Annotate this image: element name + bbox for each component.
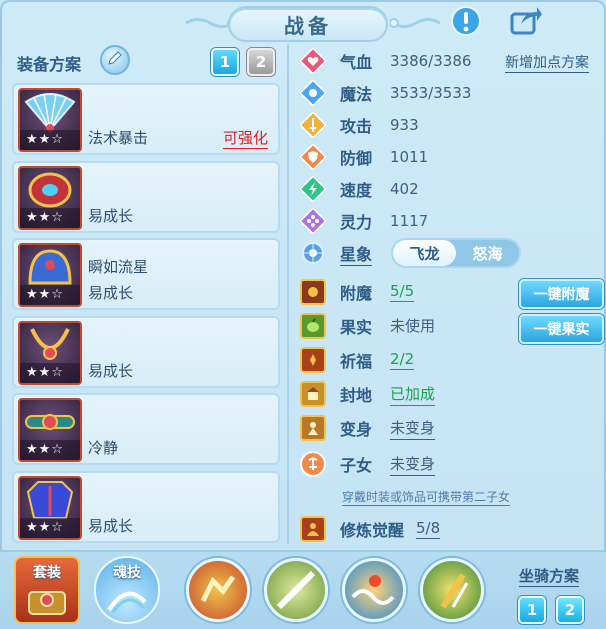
enchant-icon: [300, 279, 326, 305]
one-key-fruit-button[interactable]: 一键果实: [519, 314, 604, 344]
equipment-slot-4[interactable]: ★★☆ 易成长: [12, 316, 280, 388]
mana-icon: [300, 80, 326, 106]
upgradable-link[interactable]: 可强化: [222, 127, 268, 149]
enhancement-bless[interactable]: 祈福 2/2: [300, 346, 415, 374]
cultivation-awaken[interactable]: 修炼觉醒 5/8: [300, 515, 441, 543]
enhancement-transform[interactable]: 变身 未变身: [300, 414, 436, 442]
gem-icon: ★★☆: [18, 166, 82, 230]
skill-slot-2[interactable]: [264, 558, 328, 622]
fief-icon: [300, 381, 326, 407]
soul-skill-icon: [103, 582, 151, 620]
helmet-icon: ★★☆: [18, 243, 82, 307]
exclamation-icon[interactable]: [448, 4, 484, 38]
pencil-icon: [107, 50, 123, 70]
speed-icon: [300, 176, 326, 202]
fruit-icon: [300, 313, 326, 339]
second-child-hint[interactable]: 穿戴时装或饰品可携带第二子女: [342, 488, 511, 506]
belt-icon: ★★☆: [18, 398, 82, 462]
stat-hp: 气血 3386/3386: [300, 47, 471, 75]
skill-slot-3[interactable]: [342, 558, 406, 622]
stat-defense: 防御 1011: [300, 143, 428, 171]
cultivation-icon: [300, 516, 326, 542]
mount-plan-label: 坐骑方案: [519, 567, 580, 587]
star-phase-icon: [300, 240, 326, 266]
equipment-slot-6[interactable]: ★★☆ 易成长: [12, 471, 280, 543]
plan-1-button[interactable]: 1: [211, 48, 239, 76]
equipment-name: 瞬如流星: [88, 258, 149, 276]
equipment-attribute: 冷静: [88, 439, 119, 457]
stat-speed: 速度 402: [300, 175, 419, 203]
enhancement-fief[interactable]: 封地 已加成: [300, 380, 436, 408]
spirit-icon: [300, 208, 326, 234]
mount-plan-2-button[interactable]: 2: [556, 596, 584, 624]
equipment-stars: ★★☆: [20, 518, 80, 538]
child-icon: [300, 451, 326, 477]
equipment-slot-3[interactable]: ★★☆ 瞬如流星 易成长: [12, 238, 280, 310]
necklace-icon: ★★☆: [18, 321, 82, 385]
equipment-slot-2[interactable]: ★★☆ 易成长: [12, 161, 280, 233]
mount-plan-1-button[interactable]: 1: [518, 596, 546, 624]
equipment-attribute: 易成长: [88, 284, 134, 302]
equipment-stars: ★★☆: [20, 363, 80, 383]
suit-tab[interactable]: 套装: [14, 556, 80, 624]
panel-divider: [287, 44, 289, 544]
stat-star-phase: 星象: [300, 239, 373, 267]
equipment-attribute: 易成长: [88, 517, 134, 535]
equipment-stars: ★★☆: [20, 208, 80, 228]
fan-icon: ★★☆: [18, 88, 82, 152]
heart-icon: [300, 48, 326, 74]
equipment-attribute: 易成长: [88, 362, 134, 380]
plan-2-button[interactable]: 2: [247, 48, 275, 76]
equipment-plan-label: 装备方案: [17, 55, 82, 74]
enhancement-child[interactable]: 子女 未变身: [300, 450, 436, 478]
skill-slot-1[interactable]: [186, 558, 250, 622]
equipment-slot-5[interactable]: ★★☆ 冷静: [12, 393, 280, 465]
enhancement-enchant[interactable]: 附魔 5/5: [300, 278, 415, 306]
page-title: 战备: [228, 6, 388, 42]
one-key-enchant-button[interactable]: 一键附魔: [519, 279, 604, 309]
title-ornament-right: [390, 18, 441, 28]
transform-icon: [300, 415, 326, 441]
equipment-attribute: 法术暴击: [88, 129, 149, 147]
equipment-attribute: 易成长: [88, 207, 134, 225]
armor-icon: ★★☆: [18, 476, 82, 540]
bless-icon: [300, 347, 326, 373]
stat-spirit: 灵力 1117: [300, 207, 428, 235]
star-phase-nuhai[interactable]: 怒海: [456, 240, 519, 266]
shield-icon: [300, 144, 326, 170]
equipment-stars: ★★☆: [20, 285, 80, 305]
share-icon[interactable]: [508, 4, 544, 38]
equipment-stars: ★★☆: [20, 440, 80, 460]
edit-plan-button[interactable]: [100, 45, 130, 75]
skill-slot-4[interactable]: [420, 558, 484, 622]
stat-attack: 攻击 933: [300, 111, 419, 139]
suit-chest-icon: [23, 582, 71, 620]
star-phase-feilong[interactable]: 飞龙: [393, 240, 456, 266]
soul-skill-tab[interactable]: 魂技: [94, 556, 160, 624]
star-phase-toggle: 飞龙 怒海: [391, 238, 521, 268]
add-points-plan-link[interactable]: 新增加点方案: [505, 52, 589, 73]
sword-icon: [300, 112, 326, 138]
equipment-stars: ★★☆: [20, 130, 80, 150]
equipment-slot-1[interactable]: ★★☆ 法术暴击 可强化: [12, 83, 280, 155]
stat-mp: 魔法 3533/3533: [300, 79, 471, 107]
enhancement-fruit[interactable]: 果实 未使用: [300, 312, 435, 340]
